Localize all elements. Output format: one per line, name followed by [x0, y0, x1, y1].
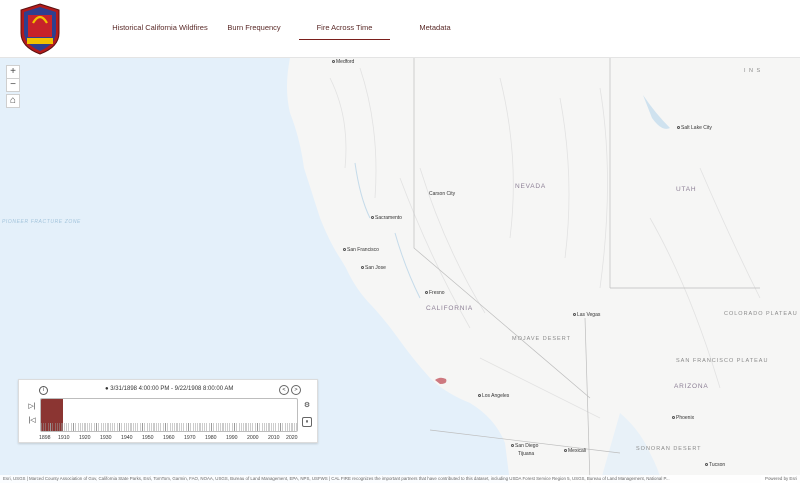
time-slider-ticks [41, 423, 297, 431]
attribution-text: Esri, USGS | Marced County Association o… [3, 476, 670, 481]
time-range-label: ● 3/31/1898 4:00:00 PM - 9/22/1908 8:00:… [105, 386, 234, 392]
time-slider[interactable]: i ● 3/31/1898 4:00:00 PM - 9/22/1908 8:0… [18, 379, 318, 443]
region-mojave-desert: MOJAVE DESERT [512, 336, 571, 342]
city-tijuana: Tijuana [518, 451, 535, 457]
year-1960: 1960 [163, 435, 175, 441]
year-1930: 1930 [100, 435, 112, 441]
powered-by-esri[interactable]: Powered by Esri [761, 475, 797, 483]
city-san-diego: San Diego [511, 443, 538, 449]
city-los-angeles: Los Angeles [478, 393, 509, 399]
tab-fire-across-time[interactable]: Fire Across Time [299, 18, 390, 40]
city-phoenix: Phoenix [672, 415, 694, 421]
map-attribution: Esri, USGS | Marced County Association o… [0, 475, 800, 483]
ocean-label: PIONEER FRACTURE ZONE [2, 219, 81, 225]
city-carson-city: Carson City [429, 191, 456, 197]
year-2010: 2010 [268, 435, 280, 441]
pause-button[interactable]: ⏸ [302, 417, 312, 427]
region-california: CALIFORNIA [426, 305, 474, 312]
tab-burn-frequency[interactable]: Burn Frequency [222, 18, 286, 40]
region-arizona: ARIZONA [674, 383, 709, 390]
cal-fire-logo[interactable] [19, 3, 61, 55]
tab-historical-california-wildfires[interactable]: Historical California Wildfires [112, 18, 208, 40]
year-1910: 1910 [58, 435, 70, 441]
region-sonoran-desert: SONORAN DESERT [636, 446, 702, 452]
year-1940: 1940 [121, 435, 133, 441]
year-2000: 2000 [247, 435, 259, 441]
next-button[interactable]: ▷| [26, 402, 38, 412]
city-tucson: Tucson [705, 462, 725, 468]
previous-button[interactable]: |◁ [26, 416, 38, 426]
city-salt-lake-city: Salt Lake City [677, 125, 712, 131]
year-2020: 2020 [286, 435, 298, 441]
year-1970: 1970 [184, 435, 196, 441]
region-san-francisco-plateau: SAN FRANCISCO PLATEAU [676, 358, 769, 364]
home-button[interactable]: ⌂ [6, 94, 20, 108]
region-nevada: NEVADA [515, 183, 547, 190]
year-1898: 1898 [39, 435, 51, 441]
app-header: Historical California Wildfires Burn Fre… [0, 0, 800, 58]
next-step-icon[interactable]: > [291, 385, 301, 395]
city-san-jose: San Jose [361, 265, 386, 271]
previous-step-icon[interactable]: < [279, 385, 289, 395]
region-colorado-plateau: COLORADO PLATEAU [724, 311, 798, 317]
year-1980: 1980 [205, 435, 217, 441]
city-sacramento: Sacramento [371, 215, 402, 221]
region-utah: UTAH [676, 186, 697, 193]
edge-label: I N S [744, 68, 762, 74]
city-medford: Medford [332, 59, 354, 65]
city-san-francisco: San Francisco [343, 247, 379, 253]
city-mexicali: Mexicali [564, 448, 586, 454]
settings-icon[interactable]: ⚙ [302, 401, 312, 411]
info-icon[interactable]: i [39, 386, 48, 395]
city-fresno: Fresno [425, 290, 445, 296]
zoom-in-button[interactable]: + [6, 65, 20, 79]
year-1950: 1950 [142, 435, 154, 441]
zoom-out-button[interactable]: − [6, 78, 20, 92]
year-1990: 1990 [226, 435, 238, 441]
time-slider-track[interactable] [40, 398, 298, 432]
year-1920: 1920 [79, 435, 91, 441]
tab-metadata[interactable]: Metadata [410, 18, 460, 40]
city-las-vegas: Las Vegas [573, 312, 600, 318]
